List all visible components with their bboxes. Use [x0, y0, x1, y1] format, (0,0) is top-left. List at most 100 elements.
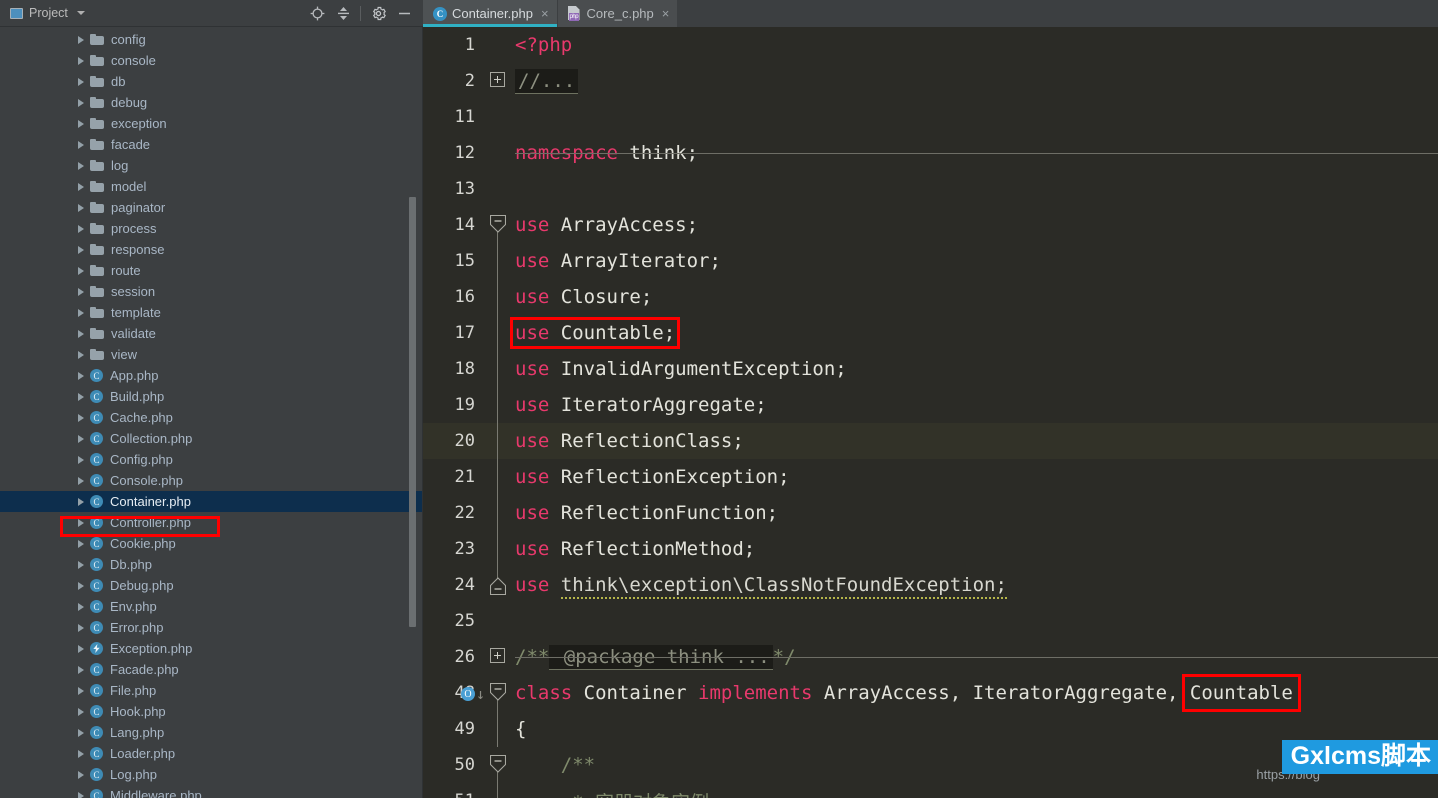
code-line-21[interactable]: 21 use ReflectionException;	[423, 459, 1438, 495]
tree-item-validate[interactable]: validate	[0, 323, 422, 344]
code-line-48[interactable]: 48O↓class Container implements ArrayAcce…	[423, 675, 1438, 711]
expand-arrow-icon[interactable]	[78, 287, 84, 296]
code-line-25[interactable]: 25	[423, 603, 1438, 639]
tree-item-env-php[interactable]: C Env.php	[0, 596, 422, 617]
expand-arrow-icon[interactable]	[78, 161, 84, 170]
gutter-marker[interactable]	[481, 567, 515, 603]
gutter-marker[interactable]	[481, 135, 515, 171]
gutter-marker[interactable]	[481, 783, 515, 798]
tree-item-facade[interactable]: facade	[0, 134, 422, 155]
project-title-group[interactable]: Project	[0, 6, 85, 20]
code-line-51[interactable]: 51 * 容器对象实例	[423, 783, 1438, 798]
tree-item-collection-php[interactable]: C Collection.php	[0, 428, 422, 449]
expand-arrow-icon[interactable]	[78, 707, 84, 716]
code-text[interactable]: /**	[515, 754, 595, 776]
tree-item-view[interactable]: view	[0, 344, 422, 365]
expand-arrow-icon[interactable]	[78, 791, 84, 798]
tab-core-c-php[interactable]: php Core_c.php ×	[557, 0, 678, 27]
gutter-marker[interactable]	[481, 315, 515, 351]
expand-arrow-icon[interactable]	[78, 98, 84, 107]
expand-arrow-icon[interactable]	[78, 308, 84, 317]
code-line-2[interactable]: 2 //...	[423, 63, 1438, 99]
expand-arrow-icon[interactable]	[78, 497, 84, 506]
tree-item-process[interactable]: process	[0, 218, 422, 239]
code-text[interactable]: use ArrayIterator;	[515, 250, 721, 272]
tab-container-php[interactable]: C Container.php ×	[423, 0, 557, 27]
code-text[interactable]: use ReflectionException;	[515, 466, 790, 488]
fold-expand-icon[interactable]	[490, 648, 505, 663]
tree-item-console[interactable]: console	[0, 50, 422, 71]
gutter-marker[interactable]	[481, 747, 515, 783]
gutter-marker[interactable]	[481, 279, 515, 315]
code-line-14[interactable]: 14 use ArrayAccess;	[423, 207, 1438, 243]
tree-item-lang-php[interactable]: C Lang.php	[0, 722, 422, 743]
expand-arrow-icon[interactable]	[78, 686, 84, 695]
code-text[interactable]: {	[515, 718, 526, 740]
tree-item-console-php[interactable]: C Console.php	[0, 470, 422, 491]
fold-expand-icon[interactable]	[490, 72, 505, 87]
settings-gear-icon[interactable]	[365, 0, 391, 26]
tree-item-hook-php[interactable]: C Hook.php	[0, 701, 422, 722]
tree-item-paginator[interactable]: paginator	[0, 197, 422, 218]
code-line-16[interactable]: 16 use Closure;	[423, 279, 1438, 315]
close-icon[interactable]: ×	[662, 7, 670, 20]
expand-arrow-icon[interactable]	[78, 602, 84, 611]
tree-item-session[interactable]: session	[0, 281, 422, 302]
tree-item-template[interactable]: template	[0, 302, 422, 323]
tree-item-response[interactable]: response	[0, 239, 422, 260]
expand-arrow-icon[interactable]	[78, 581, 84, 590]
fold-region-end-icon[interactable]	[490, 577, 506, 595]
code-text[interactable]: class Container implements ArrayAccess, …	[515, 682, 1293, 704]
code-text[interactable]: <?php	[515, 34, 572, 56]
expand-arrow-icon[interactable]	[78, 140, 84, 149]
code-text[interactable]: //...	[515, 69, 579, 94]
expand-arrow-icon[interactable]	[78, 203, 84, 212]
expand-arrow-icon[interactable]	[78, 266, 84, 275]
expand-arrow-icon[interactable]	[78, 455, 84, 464]
tree-item-route[interactable]: route	[0, 260, 422, 281]
code-line-11[interactable]: 11	[423, 99, 1438, 135]
expand-arrow-icon[interactable]	[78, 350, 84, 359]
code-line-26[interactable]: 26/** @package think ... */	[423, 639, 1438, 675]
expand-arrow-icon[interactable]	[78, 539, 84, 548]
code-text[interactable]: use ReflectionClass;	[515, 430, 744, 452]
expand-arrow-icon[interactable]	[78, 728, 84, 737]
code-text[interactable]: use IteratorAggregate;	[515, 394, 767, 416]
gutter-marker[interactable]	[481, 243, 515, 279]
code-editor[interactable]: 1 <?php 2 //... 11 12 namespace think; 13 14 use …	[423, 27, 1438, 798]
tree-item-controller-php[interactable]: C Controller.php	[0, 512, 422, 533]
project-tree-panel[interactable]: config console db debug exception facade log mo…	[0, 27, 423, 798]
code-line-18[interactable]: 18 use InvalidArgumentException;	[423, 351, 1438, 387]
tree-item-config-php[interactable]: C Config.php	[0, 449, 422, 470]
expand-arrow-icon[interactable]	[78, 749, 84, 758]
chevron-down-icon[interactable]	[76, 11, 85, 15]
fold-collapse-icon[interactable]	[490, 215, 506, 233]
gutter-marker[interactable]	[481, 171, 515, 207]
expand-arrow-icon[interactable]	[78, 245, 84, 254]
locate-icon[interactable]	[304, 0, 330, 26]
tree-item-debug[interactable]: debug	[0, 92, 422, 113]
code-text[interactable]: use ReflectionFunction;	[515, 502, 778, 524]
expand-arrow-icon[interactable]	[78, 560, 84, 569]
expand-arrow-icon[interactable]	[78, 56, 84, 65]
expand-arrow-icon[interactable]	[78, 623, 84, 632]
code-line-20[interactable]: 20 use ReflectionClass;	[423, 423, 1438, 459]
sidebar-scrollbar-thumb[interactable]	[409, 197, 416, 627]
tree-item-cache-php[interactable]: C Cache.php	[0, 407, 422, 428]
code-line-1[interactable]: 1 <?php	[423, 27, 1438, 63]
expand-arrow-icon[interactable]	[78, 329, 84, 338]
gutter-marker[interactable]	[481, 639, 515, 675]
expand-arrow-icon[interactable]	[78, 434, 84, 443]
expand-arrow-icon[interactable]	[78, 665, 84, 674]
expand-arrow-icon[interactable]	[78, 392, 84, 401]
tree-item-model[interactable]: model	[0, 176, 422, 197]
gutter-marker[interactable]	[481, 459, 515, 495]
tree-item-container-php[interactable]: C Container.php	[0, 491, 422, 512]
tree-item-log[interactable]: log	[0, 155, 422, 176]
minimize-icon[interactable]	[391, 0, 417, 26]
close-icon[interactable]: ×	[541, 7, 549, 20]
tree-item-facade-php[interactable]: C Facade.php	[0, 659, 422, 680]
tree-item-exception-php[interactable]: Exception.php	[0, 638, 422, 659]
expand-arrow-icon[interactable]	[78, 518, 84, 527]
gutter-marker[interactable]	[481, 603, 515, 639]
